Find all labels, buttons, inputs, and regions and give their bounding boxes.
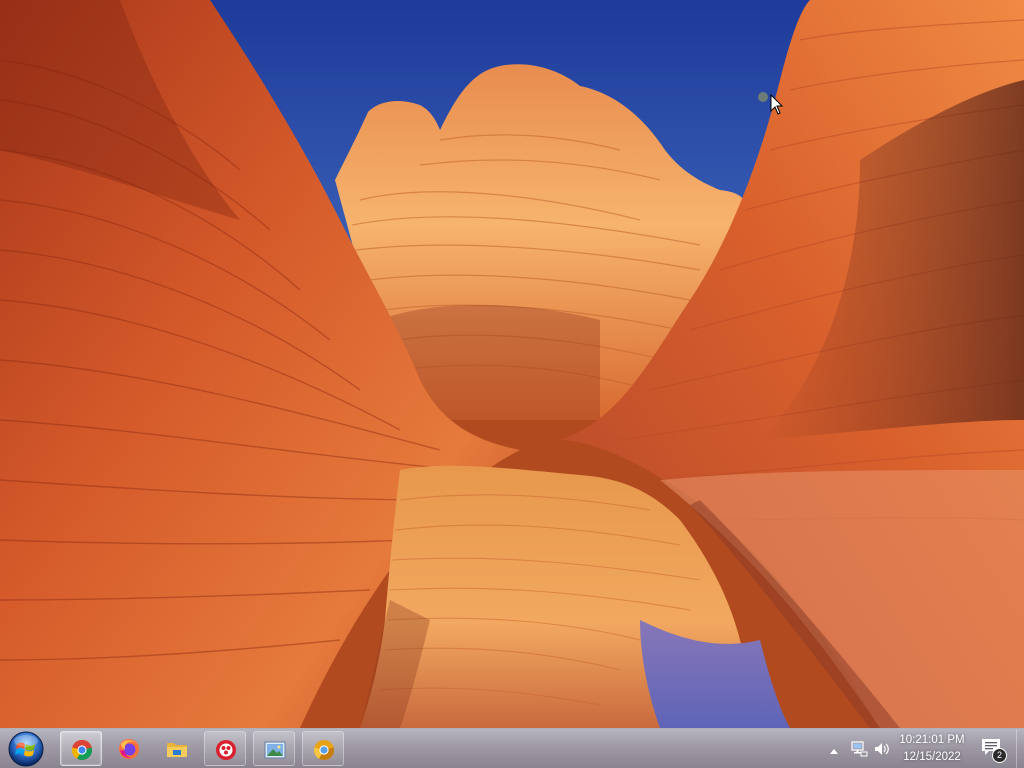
speaker-icon: [875, 743, 889, 755]
chrome-icon: [71, 739, 93, 761]
network-tray-button[interactable]: [850, 740, 868, 758]
network-icon: [851, 741, 868, 757]
desktop[interactable]: [0, 0, 1024, 728]
taskbar-app-photo-viewer[interactable]: [253, 731, 295, 766]
picture-icon: [264, 741, 286, 759]
mouse-cursor-icon: [770, 94, 784, 115]
chevron-up-icon: [830, 749, 838, 754]
taskbar-app-firefox[interactable]: [108, 731, 150, 766]
show-hidden-icons-button[interactable]: [828, 743, 840, 755]
windows-logo-icon: [8, 731, 44, 767]
start-button[interactable]: [6, 730, 46, 768]
volume-tray-button[interactable]: [873, 740, 891, 758]
taskbar-clock[interactable]: 10:21:01 PM 12/15/2022: [893, 732, 971, 766]
taskbar-app-file-explorer[interactable]: [156, 731, 198, 766]
taskbar-app-chrome-canary[interactable]: [302, 731, 344, 766]
taskbar: 10:21:01 PM 12/15/2022 2: [0, 728, 1024, 768]
taskbar-app-chrome[interactable]: [60, 731, 102, 766]
paint-palette-icon: [216, 740, 236, 760]
folder-icon: [167, 743, 187, 757]
clock-date: 12/15/2022: [903, 751, 961, 763]
action-center-button[interactable]: 2: [978, 735, 1008, 763]
show-desktop-button[interactable]: [1016, 729, 1024, 768]
taskbar-app-paint[interactable]: [204, 731, 246, 766]
desktop-wallpaper: [0, 0, 1024, 728]
clock-time: 10:21:01 PM: [899, 734, 965, 746]
notification-count-badge: 2: [992, 748, 1007, 763]
firefox-icon: [119, 739, 139, 759]
chrome-canary-icon: [313, 740, 335, 761]
